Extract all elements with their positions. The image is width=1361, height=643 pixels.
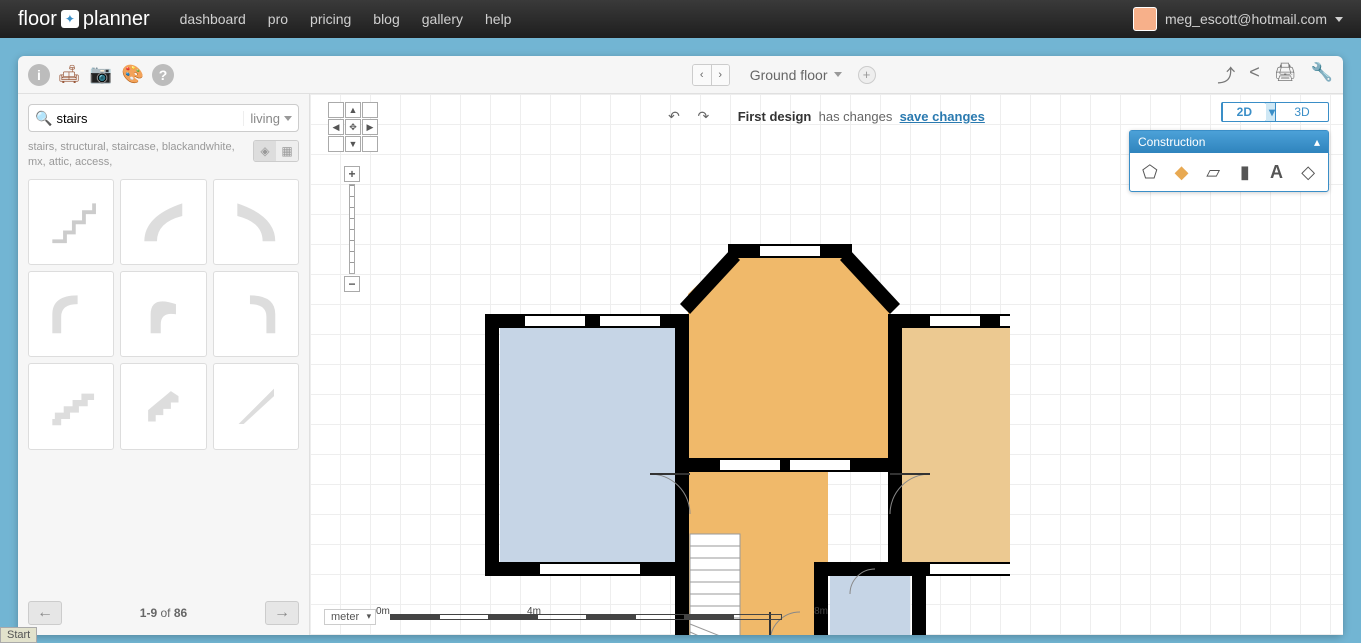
user-email: meg_escott@hotmail.com xyxy=(1165,11,1327,27)
floor-plan[interactable] xyxy=(390,174,1010,635)
right-tools: ⤴ < 🖨 🔧 xyxy=(1217,62,1333,88)
list-item[interactable] xyxy=(28,271,114,357)
chevron-down-icon xyxy=(284,116,292,121)
sidebar: 🔍 living stairs, structural, staircase, … xyxy=(18,94,310,635)
next-button[interactable]: › xyxy=(711,65,729,85)
tool-layer-icon[interactable]: ◇ xyxy=(1295,159,1321,185)
list-item[interactable] xyxy=(28,179,114,265)
info-icon[interactable]: i xyxy=(28,64,50,86)
nav-pro[interactable]: pro xyxy=(268,11,288,27)
design-title: First design xyxy=(738,109,812,124)
save-link[interactable]: save changes xyxy=(900,109,985,124)
tool-text-icon[interactable]: A xyxy=(1263,159,1289,185)
nav-links: dashboard pro pricing blog gallery help xyxy=(180,11,512,27)
share-icon[interactable]: < xyxy=(1249,62,1260,88)
redo-icon[interactable]: ↷ xyxy=(698,108,710,124)
search-input[interactable] xyxy=(52,111,243,126)
nav-pricing[interactable]: pricing xyxy=(310,11,351,27)
pan-up-button[interactable]: ▲ xyxy=(345,102,361,118)
list-item[interactable] xyxy=(213,363,299,449)
top-nav: floor ✦ planner dashboard pro pricing bl… xyxy=(0,0,1361,38)
pan-left-button[interactable]: ◀ xyxy=(328,119,344,135)
zoom-control: + − xyxy=(344,166,360,292)
view-3d-button[interactable]: 3D xyxy=(1275,102,1329,122)
list-item[interactable] xyxy=(120,363,206,449)
body: 🔍 living stairs, structural, staircase, … xyxy=(18,94,1343,635)
nav-dashboard[interactable]: dashboard xyxy=(180,11,246,27)
caret-down-icon xyxy=(1335,17,1343,22)
pager-text: 1-9 of 86 xyxy=(140,606,187,620)
pan-control: ▲ ◀✥▶ ▼ xyxy=(328,102,378,152)
add-floor-button[interactable]: + xyxy=(858,66,876,84)
toolbar: i 🛋 📷 🎨 ? ‹ › Ground floor + ⤴ < 🖨 🔧 xyxy=(18,56,1343,94)
tool-door-icon[interactable]: ▮ xyxy=(1232,159,1258,185)
export-icon[interactable]: ⤴ xyxy=(1217,62,1235,88)
tool-floor-icon[interactable]: ◆ xyxy=(1168,159,1194,185)
pager-next-button[interactable]: → xyxy=(265,601,299,625)
list-item[interactable] xyxy=(120,271,206,357)
undo-icon[interactable]: ↶ xyxy=(668,108,680,124)
furniture-icon[interactable]: 🛋 xyxy=(56,62,82,88)
floor-name: Ground floor xyxy=(750,67,828,83)
logo-icon: ✦ xyxy=(61,10,79,28)
design-note: has changes xyxy=(819,109,893,124)
zoom-in-button[interactable]: + xyxy=(344,166,360,182)
history-nav: ‹ › xyxy=(692,64,730,86)
logo-text-2: planner xyxy=(83,8,150,31)
pager: ← 1-9 of 86 → xyxy=(28,591,299,625)
print-icon[interactable]: 🖨 xyxy=(1274,62,1297,88)
user-menu[interactable]: meg_escott@hotmail.com xyxy=(1133,7,1343,31)
collapse-icon: ▴ xyxy=(1314,135,1320,149)
scale-bar: meter xyxy=(324,609,782,625)
zoom-slider[interactable] xyxy=(349,184,355,274)
settings-icon[interactable]: 🔧 xyxy=(1311,62,1333,88)
nav-blog[interactable]: blog xyxy=(373,11,399,27)
canvas[interactable]: ↶ ↷ First design has changes save change… xyxy=(310,94,1343,635)
tag-list: stairs, structural, staircase, blackandw… xyxy=(28,140,299,171)
chevron-down-icon xyxy=(834,72,842,77)
logo-text-1: floor xyxy=(18,8,57,31)
category-select[interactable]: living xyxy=(243,111,292,126)
list-item[interactable] xyxy=(213,271,299,357)
construction-panel: Construction ▴ ⬠ ◆ ▱ ▮ A ◇ xyxy=(1129,130,1329,192)
view-3d-icon[interactable]: ◈ xyxy=(254,141,276,161)
construction-title: Construction xyxy=(1138,135,1205,149)
list-item[interactable] xyxy=(213,179,299,265)
tool-room-icon[interactable]: ⬠ xyxy=(1137,159,1163,185)
view-2d-button[interactable]: 2D ▾ xyxy=(1221,102,1275,122)
tool-wall-icon[interactable]: ▱ xyxy=(1200,159,1226,185)
zoom-out-button[interactable]: − xyxy=(344,276,360,292)
view-mode-toggle: 2D ▾ 3D xyxy=(1221,102,1329,122)
pan-down-button[interactable]: ▼ xyxy=(345,136,361,152)
help-icon[interactable]: ? xyxy=(152,64,174,86)
nav-gallery[interactable]: gallery xyxy=(422,11,463,27)
pan-right-button[interactable]: ▶ xyxy=(362,119,378,135)
pan-center-button[interactable]: ✥ xyxy=(345,119,361,135)
status-bar: ↶ ↷ First design has changes save change… xyxy=(310,108,1343,125)
workspace: i 🛋 📷 🎨 ? ‹ › Ground floor + ⤴ < 🖨 🔧 🔍 xyxy=(18,56,1343,635)
list-item[interactable] xyxy=(28,363,114,449)
palette-icon[interactable]: 🎨 xyxy=(120,62,146,88)
category-label: living xyxy=(250,111,280,126)
ruler xyxy=(390,614,782,620)
construction-header[interactable]: Construction ▴ xyxy=(1130,131,1328,153)
pager-prev-button[interactable]: ← xyxy=(28,601,62,625)
avatar xyxy=(1133,7,1157,31)
start-badge[interactable]: Start xyxy=(0,627,37,643)
nav-help[interactable]: help xyxy=(485,11,511,27)
prev-button[interactable]: ‹ xyxy=(693,65,711,85)
tags-text: stairs, structural, staircase, blackandw… xyxy=(28,141,235,168)
list-item[interactable] xyxy=(120,179,206,265)
search-row: 🔍 living xyxy=(28,104,299,132)
camera-icon[interactable]: 📷 xyxy=(88,62,114,88)
unit-select[interactable]: meter xyxy=(324,609,376,625)
view-list-icon[interactable]: ▦ xyxy=(276,141,298,161)
view-toggle: ◈ ▦ xyxy=(253,140,299,162)
logo[interactable]: floor ✦ planner xyxy=(18,8,150,31)
search-icon: 🔍 xyxy=(35,110,52,127)
results-grid xyxy=(28,179,299,450)
floor-selector[interactable]: Ground floor xyxy=(750,67,842,83)
